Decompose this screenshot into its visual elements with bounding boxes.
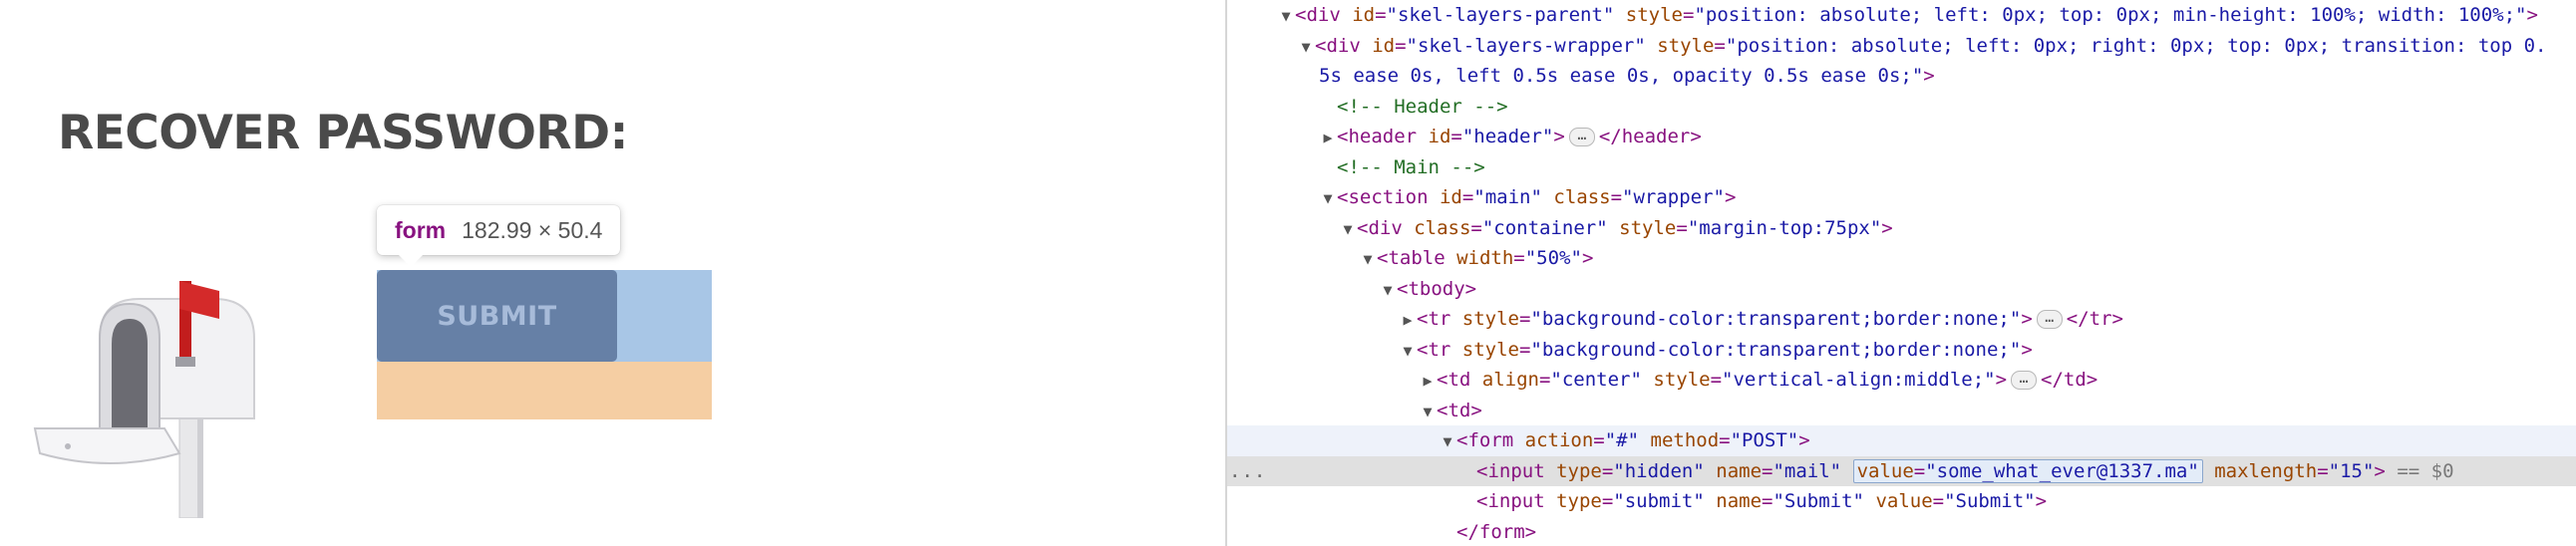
ellipsis-icon[interactable]: … — [2011, 371, 2038, 390]
node-menu-icon[interactable]: ... — [1229, 456, 1266, 487]
margin-overlay — [377, 362, 712, 419]
dom-node-tr-collapsed[interactable]: ▶ <tr style="background-color:transparent… — [1227, 304, 2576, 335]
expanded-triangle-icon[interactable]: ▼ — [1319, 183, 1337, 214]
dom-node-td[interactable]: ▼ <td> — [1227, 396, 2576, 426]
expanded-triangle-icon[interactable]: ▼ — [1439, 426, 1456, 457]
ellipsis-icon[interactable]: … — [2036, 310, 2063, 329]
dom-node-td-center[interactable]: ▶ <td align="center" style="vertical-alig… — [1227, 365, 2576, 396]
dom-node-input-submit[interactable]: ▶<input type="submit" name="Submit" valu… — [1227, 486, 2576, 517]
dom-comment-header[interactable]: ▶<!-- Header --> — [1227, 92, 2576, 123]
form-highlight: SUBMIT — [377, 270, 712, 419]
dom-comment-main[interactable]: ▶<!-- Main --> — [1227, 152, 2576, 183]
dom-node-input-hidden[interactable]: ... ▶<input type="hidden" name="mail" va… — [1227, 455, 2576, 487]
expanded-triangle-icon[interactable]: ▼ — [1359, 244, 1377, 275]
submit-button[interactable]: SUBMIT — [377, 270, 617, 362]
dom-node-form-close[interactable]: ▶</form> — [1227, 517, 2576, 546]
dom-node-header[interactable]: ▶ <header id="header">… </header> — [1227, 122, 2576, 152]
dom-node-form[interactable]: ▼ <form action="#" method="POST"> — [1227, 425, 2576, 456]
collapsed-triangle-icon[interactable]: ▶ — [1399, 305, 1417, 336]
tooltip-tag: form — [395, 216, 447, 243]
dom-node-table[interactable]: ▼ <table width="50%"> — [1227, 243, 2576, 274]
expanded-triangle-icon[interactable]: ▼ — [1399, 336, 1417, 367]
dom-node-container[interactable]: ▼ <div class="container" style="margin-to… — [1227, 213, 2576, 244]
elements-tree: ▼ <div id="skel-layers-parent" style="pos… — [1227, 0, 2576, 546]
expanded-triangle-icon[interactable]: ▼ — [1277, 1, 1295, 32]
page-viewport: RECOVER PASSWORD: SUBMIT form 182.99 × 5… — [0, 0, 1225, 546]
expanded-triangle-icon[interactable]: ▼ — [1339, 214, 1357, 245]
ellipsis-icon[interactable]: … — [1568, 128, 1595, 146]
tooltip-dimensions: 182.99 × 50.4 — [462, 216, 603, 243]
attribute-edit-field[interactable]: value="some_what_ever@1337.ma" — [1852, 458, 2203, 483]
expanded-triangle-icon[interactable]: ▼ — [1297, 32, 1315, 63]
dom-node-tbody[interactable]: ▼ <tbody> — [1227, 274, 2576, 305]
inspect-tooltip: form 182.99 × 50.4 — [377, 205, 621, 267]
expanded-triangle-icon[interactable]: ▼ — [1379, 275, 1397, 306]
collapsed-triangle-icon[interactable]: ▶ — [1419, 366, 1437, 397]
dom-node-skel-layers-wrapper[interactable]: ▼ <div id="skel-layers-wrapper" style="po… — [1227, 31, 2576, 62]
selected-node-marker: == $0 — [2397, 459, 2454, 482]
dom-node-tr-expanded[interactable]: ▼ <tr style="background-color:transparent… — [1227, 335, 2576, 366]
mailbox-icon — [33, 281, 255, 518]
dom-node-section-main[interactable]: ▼ <section id="main" class="wrapper"> — [1227, 182, 2576, 213]
expanded-triangle-icon[interactable]: ▼ — [1419, 397, 1437, 427]
dom-node-skel-layers-wrapper-cont[interactable]: 5s ease 0s, left 0.5s ease 0s, opacity 0… — [1227, 61, 2576, 92]
page-title: RECOVER PASSWORD: — [58, 106, 628, 160]
collapsed-triangle-icon[interactable]: ▶ — [1319, 123, 1337, 153]
dom-node-skel-layers-parent[interactable]: ▼ <div id="skel-layers-parent" style="pos… — [1227, 0, 2576, 31]
